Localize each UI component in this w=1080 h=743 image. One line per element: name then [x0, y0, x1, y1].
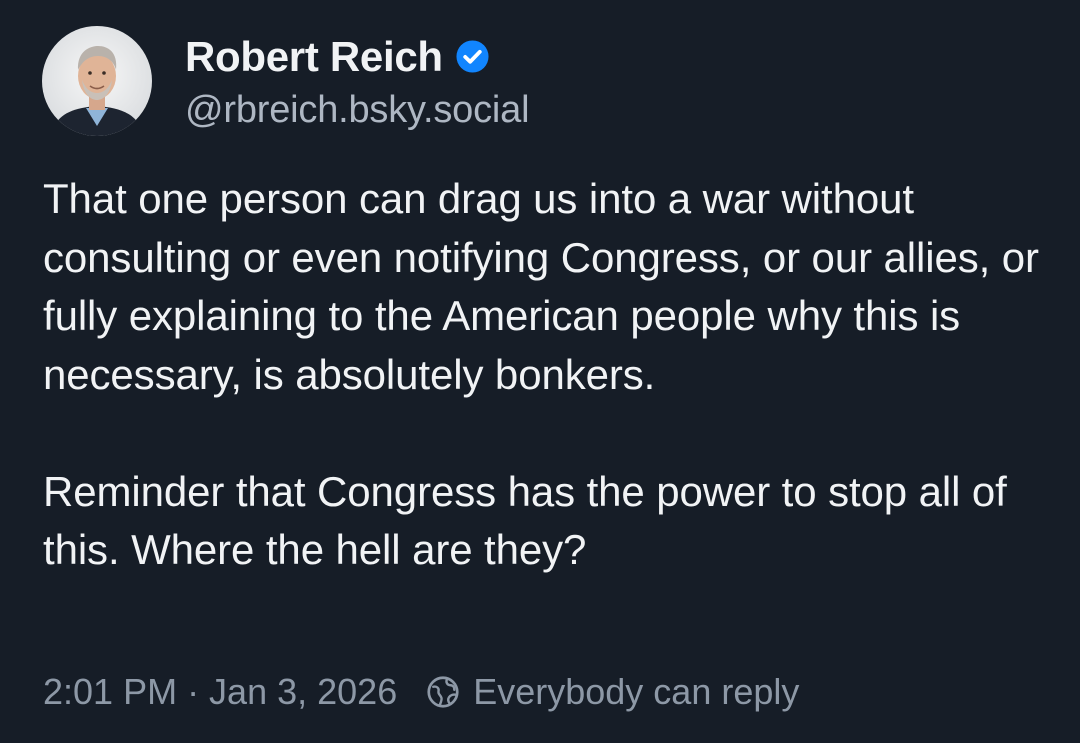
avatar[interactable]: [42, 26, 152, 136]
author-handle[interactable]: @rbreich.bsky.social: [185, 89, 530, 132]
display-name[interactable]: Robert Reich: [185, 33, 443, 81]
reply-setting-label: Everybody can reply: [473, 671, 800, 712]
post: Robert Reich @rbreich.bsky.social That o…: [0, 0, 1080, 743]
verified-badge-icon: [455, 39, 490, 74]
post-header: Robert Reich @rbreich.bsky.social: [42, 26, 530, 136]
author-identity: Robert Reich @rbreich.bsky.social: [185, 27, 530, 132]
profile-photo-icon: [42, 26, 152, 136]
post-text: That one person can drag us into a war w…: [43, 175, 1039, 573]
post-meta: 2:01 PM · Jan 3, 2026 Everybody can repl…: [43, 668, 799, 716]
post-timestamp[interactable]: 2:01 PM · Jan 3, 2026: [43, 671, 397, 713]
reply-setting[interactable]: Everybody can reply: [425, 671, 799, 713]
globe-icon: [425, 674, 461, 710]
name-row: Robert Reich: [185, 27, 529, 87]
